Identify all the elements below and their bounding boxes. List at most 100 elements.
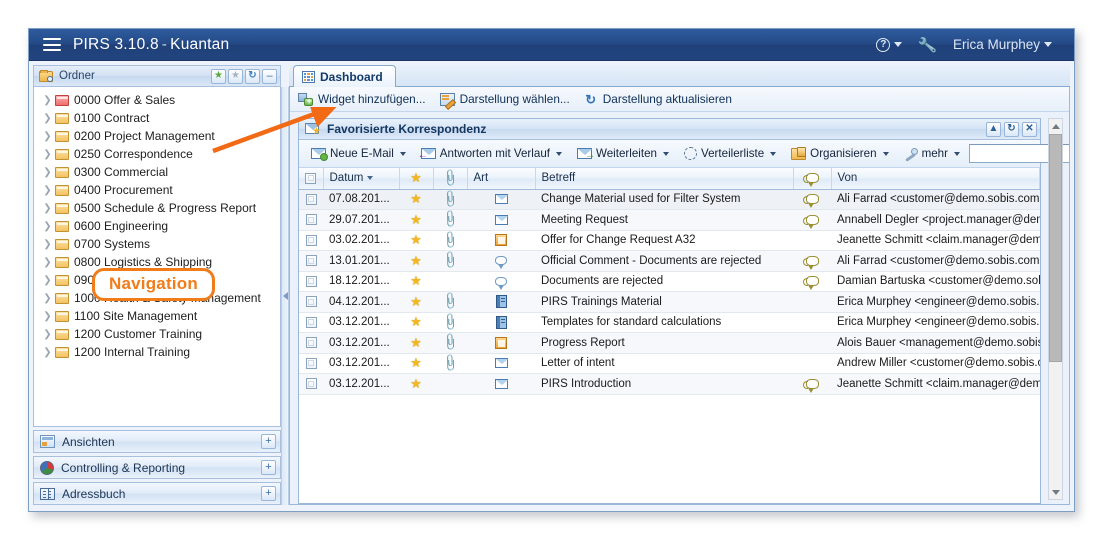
tree-item[interactable]: ❯ 0300 Commercial [34,163,280,181]
column-header-von[interactable]: Von [831,168,1040,190]
cell-subject[interactable]: Templates for standard calculations [535,312,793,333]
chevron-right-icon[interactable]: ❯ [42,239,53,250]
cell-subject[interactable]: Documents are rejected [535,271,793,292]
cell-favorite[interactable]: ★ [399,209,433,231]
star-icon[interactable]: ★ [410,294,422,309]
cell-select[interactable] [299,250,323,272]
scroll-up-button[interactable] [1048,119,1063,133]
cell-select[interactable] [299,312,323,333]
scrollbar-thumb[interactable] [1049,134,1062,362]
tree-item[interactable]: ❯ 0500 Schedule & Progress Report [34,199,280,217]
cell-subject[interactable]: Progress Report [535,332,793,354]
cell-favorite[interactable]: ★ [399,332,433,354]
row-checkbox[interactable] [305,337,317,349]
tree-item[interactable]: ❯ 0700 Systems [34,235,280,253]
refresh-layout-button[interactable]: ↻ Darstellung aktualisieren [584,92,732,106]
row-checkbox[interactable] [305,316,317,328]
column-header-comment[interactable] [793,168,832,190]
user-menu-button[interactable]: Erica Murphey [945,34,1060,55]
cell-favorite[interactable]: ★ [399,373,433,395]
cell-select[interactable] [299,230,323,251]
cell-subject[interactable]: Change Material used for Filter System [535,189,793,210]
chevron-right-icon[interactable]: ❯ [42,311,53,322]
column-header-clip[interactable]: 📎 [433,168,468,190]
cell-favorite[interactable]: ★ [399,189,433,210]
tree-item[interactable]: ❯ 1100 Site Management [34,307,280,325]
collapse-widget-button[interactable]: ▲ [986,121,1001,137]
table-row[interactable]: 03.02.201... ★ 📎 Offer for Change Request A… [299,230,1040,251]
scroll-down-button[interactable] [1048,485,1063,499]
sidebar-section-ansichten[interactable]: Ansichten + [33,430,281,453]
cell-select[interactable] [299,291,323,313]
cell-favorite[interactable]: ★ [399,250,433,272]
column-header-art[interactable]: Art [467,168,536,190]
help-menu-button[interactable]: ? [868,35,910,55]
distribution-list-button[interactable]: Verteilerliste [678,144,782,163]
cell-select[interactable] [299,353,323,374]
star-icon[interactable]: ★ [410,273,422,288]
row-checkbox[interactable] [305,357,317,369]
row-checkbox[interactable] [305,193,317,205]
cell-select[interactable] [299,332,323,354]
favorite-on-button[interactable]: ★ [211,68,226,84]
table-row[interactable]: 03.12.201... ★ PIRS Introduction Jeanette S… [299,373,1040,395]
cell-favorite[interactable]: ★ [399,353,433,374]
cell-favorite[interactable]: ★ [399,312,433,333]
choose-layout-button[interactable]: Darstellung wählen... [439,92,570,106]
star-icon[interactable]: ★ [410,314,422,329]
chevron-right-icon[interactable]: ❯ [42,275,53,286]
table-row[interactable]: 03.12.201... ★ 📎 Templates for standard cal… [299,312,1040,333]
chevron-right-icon[interactable]: ❯ [42,329,53,340]
expand-button[interactable]: + [261,486,276,501]
cell-subject[interactable]: Meeting Request [535,209,793,231]
sidebar-section-adressbuch[interactable]: Adressbuch + [33,482,281,505]
cell-select[interactable] [299,209,323,231]
star-icon[interactable]: ★ [410,376,422,391]
tree-item[interactable]: ❯ 0000 Offer & Sales [34,91,280,109]
select-all-checkbox[interactable] [305,172,317,184]
cell-subject[interactable]: PIRS Introduction [535,373,793,395]
reply-with-history-button[interactable]: ← Antworten mit Verlauf [415,144,568,163]
chevron-right-icon[interactable]: ❯ [42,95,53,106]
tab-dashboard[interactable]: Dashboard [293,65,396,87]
tools-button[interactable]: 🔧 [910,33,945,57]
star-icon[interactable]: ★ [410,355,422,370]
add-widget-button[interactable]: Widget hinzufügen... [298,92,426,106]
cell-select[interactable] [299,189,323,210]
row-checkbox[interactable] [305,214,317,226]
chevron-right-icon[interactable]: ❯ [42,347,53,358]
column-header-betreff[interactable]: Betreff [535,168,794,190]
new-email-button[interactable]: Neue E-Mail [305,144,412,163]
organize-button[interactable]: Organisieren [785,144,894,163]
hamburger-menu-icon[interactable] [43,38,61,51]
chevron-right-icon[interactable]: ❯ [42,185,53,196]
tree-item[interactable]: ❯ 1200 Customer Training [34,325,280,343]
row-checkbox[interactable] [305,255,317,267]
chevron-right-icon[interactable]: ❯ [42,167,53,178]
chevron-right-icon[interactable]: ❯ [42,113,53,124]
sidebar-splitter[interactable] [281,87,289,505]
refresh-widget-button[interactable]: ↻ [1004,121,1019,137]
sidebar-section-controlling-reporting[interactable]: Controlling & Reporting + [33,456,281,479]
chevron-right-icon[interactable]: ❯ [42,293,53,304]
star-icon[interactable]: ★ [410,232,422,247]
star-icon[interactable]: ★ [410,253,422,268]
chevron-right-icon[interactable]: ❯ [42,203,53,214]
tree-item[interactable]: ❯ 1200 Internal Training [34,343,280,361]
column-header-star[interactable]: ★ [399,168,434,190]
row-checkbox[interactable] [305,275,317,287]
dashboard-scrollbar[interactable] [1048,118,1063,500]
star-icon[interactable]: ★ [410,191,422,206]
tree-item[interactable]: ❯ 0400 Procurement [34,181,280,199]
refresh-button[interactable]: ↻ [245,68,260,84]
cell-select[interactable] [299,373,323,395]
tree-item[interactable]: ❯ 0250 Correspondence [34,145,280,163]
row-checkbox[interactable] [305,234,317,246]
table-row[interactable]: 07.08.201... ★ 📎 Change Material used for F… [299,189,1040,210]
more-button[interactable]: mehr [898,144,966,163]
cell-subject[interactable]: Offer for Change Request A32 [535,230,793,251]
cell-subject[interactable]: PIRS Trainings Material [535,291,793,313]
cell-favorite[interactable]: ★ [399,271,433,292]
forward-button[interactable]: → Weiterleiten [571,144,675,163]
cell-favorite[interactable]: ★ [399,291,433,313]
